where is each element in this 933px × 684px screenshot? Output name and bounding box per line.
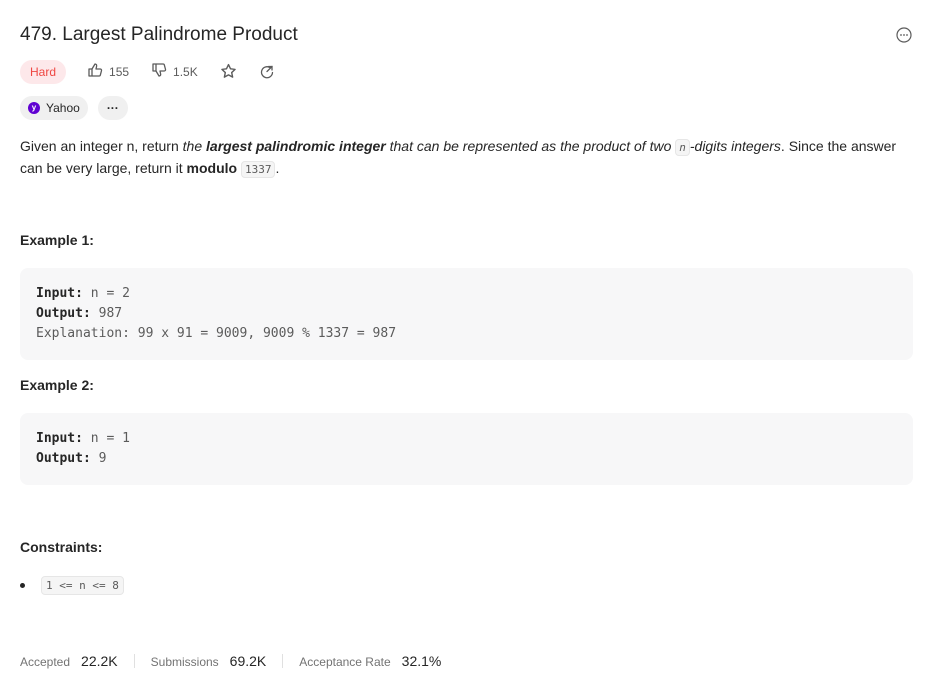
desc-italic: -digits integers [689, 138, 781, 154]
title-row: 479. Largest Palindrome Product [20, 22, 913, 48]
dislike-button[interactable]: 1.5K [151, 62, 198, 81]
output-label: Output: [36, 306, 91, 321]
example-2-box: Input: n = 1 Output: 9 [20, 413, 913, 485]
example-1-box: Input: n = 2 Output: 987 Explanation: 99… [20, 268, 913, 360]
divider [133, 654, 135, 668]
stat-value: 69.2K [229, 653, 267, 669]
stat-label: Accepted [20, 655, 71, 669]
example-1-title: Example 1: [20, 232, 94, 248]
list-item: 1 <= n <= 8 [20, 576, 124, 595]
like-count: 155 [109, 64, 130, 79]
stat-label: Submissions [150, 655, 219, 669]
constraint-code: 1 <= n <= 8 [41, 576, 124, 595]
input-label: Input: [36, 286, 83, 301]
desc-italic: that can be represented as the product o… [385, 138, 676, 154]
more-icon[interactable] [895, 26, 913, 44]
output-value: 987 [90, 306, 123, 321]
output-value: 9 [90, 451, 107, 466]
problem-title[interactable]: 479. Largest Palindrome Product [20, 24, 298, 46]
input-label: Input: [36, 431, 83, 446]
stat-label: Acceptance Rate [299, 655, 391, 669]
example-2-title: Example 2: [20, 377, 94, 393]
star-icon[interactable] [220, 63, 237, 80]
desc-bold-italic: largest palindromic integer [206, 138, 386, 154]
stats-bar: Accepted 22.2K Submissions 69.2K Accepta… [20, 650, 441, 672]
company-tag-yahoo[interactable]: y Yahoo [20, 95, 88, 120]
inline-code-n: n [675, 139, 690, 156]
desc-bold: modulo [186, 160, 238, 176]
more-tags-button[interactable]: ··· [97, 95, 128, 120]
divider [282, 654, 284, 668]
output-label: Output: [36, 451, 91, 466]
thumbs-down-icon [151, 62, 167, 81]
tags-row: y Yahoo ··· [20, 95, 128, 120]
inline-code-mod: 1337 [240, 161, 276, 178]
difficulty-badge[interactable]: Hard [20, 59, 67, 84]
bullet-dot [20, 583, 25, 588]
input-value: n = 1 [82, 431, 130, 446]
yahoo-logo-icon: y [28, 101, 40, 114]
desc-text: Given an integer n, return [20, 138, 183, 154]
share-icon[interactable] [259, 64, 275, 80]
stat-acceptance-rate: Acceptance Rate 32.1% [299, 653, 441, 669]
stat-value: 32.1% [401, 653, 442, 669]
stat-submissions: Submissions 69.2K [151, 653, 267, 669]
dislike-count: 1.5K [173, 64, 198, 79]
stat-accepted: Accepted 22.2K [20, 653, 118, 669]
desc-italic: the [182, 138, 207, 154]
problem-description: Given an integer n, return the largest p… [20, 136, 913, 180]
company-tag-label: Yahoo [46, 100, 80, 115]
constraints-list: 1 <= n <= 8 [20, 576, 124, 595]
desc-text: . [275, 160, 280, 176]
input-value: n = 2 [82, 286, 130, 301]
stat-value: 22.2K [81, 653, 118, 669]
constraints-title: Constraints: [20, 539, 103, 555]
thumbs-up-icon [87, 62, 103, 81]
explanation: Explanation: 99 x 91 = 9009, 9009 % 1337… [36, 326, 397, 341]
meta-row: Hard 155 1.5K [20, 59, 297, 84]
like-button[interactable]: 155 [87, 62, 129, 81]
